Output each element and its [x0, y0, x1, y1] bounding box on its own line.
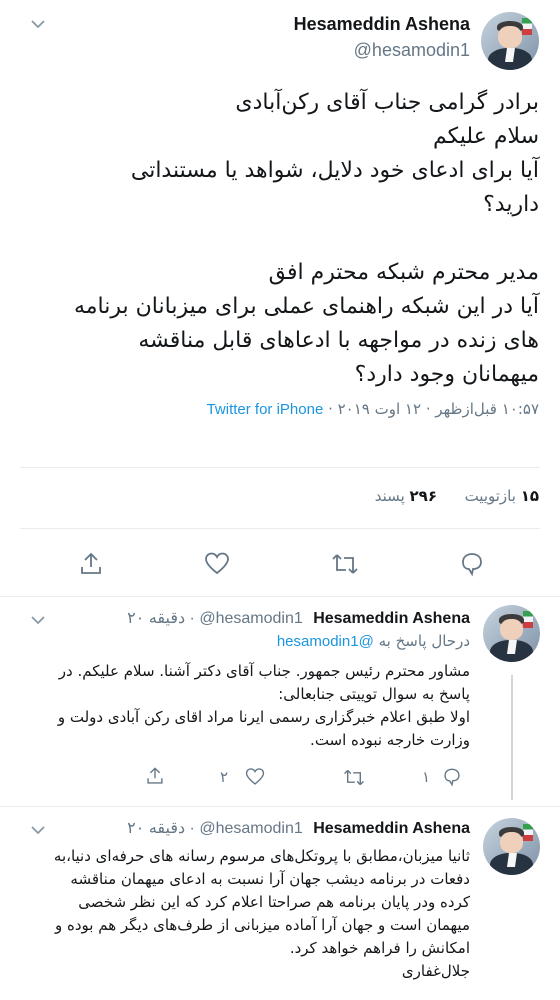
likes-label: پسند	[374, 487, 405, 505]
thread-connector	[511, 675, 513, 800]
reply1-reply-count: ۱	[422, 768, 431, 786]
main-line: آیا برای ادعای خود دلایل، شواهد یا مستند…	[130, 158, 539, 183]
replying-to-label: درحال پاسخ به	[373, 632, 470, 650]
main-author-handle[interactable]: @hesamodin1	[354, 40, 470, 61]
reply1-text: مشاور محترم رئیس جمهور. جناب آقای دکتر آ…	[20, 660, 470, 752]
reply1-replying-to: درحال پاسخ به @hesamodin1	[277, 632, 470, 650]
reply2-line: دفعات در برنامه دیشب جهان آرا نسبت به اد…	[70, 870, 470, 888]
tweet-source-link[interactable]: Twitter for iPhone	[207, 401, 324, 418]
retweets-count: ۱۵	[520, 487, 539, 505]
main-avatar[interactable]	[481, 12, 539, 70]
main-line: مدیر محترم شبکه محترم افق	[268, 260, 539, 285]
reply2-avatar[interactable]	[483, 818, 540, 875]
tweet-menu-chevron-icon[interactable]	[30, 16, 46, 32]
reply2-line: امکانش را فراهم خواهد کرد.	[289, 939, 470, 957]
reply2-header: ۲۰ دقیقه · @hesamodin1 Hesameddin Ashena	[127, 820, 470, 837]
tweet-meta: ۱۰:۵۷ قبل‌ازظهر · ۱۲ اوت ۲۰۱۹ · Twitter …	[207, 400, 539, 418]
reply1-menu-chevron-icon[interactable]	[30, 612, 46, 628]
main-line: دارید؟	[483, 192, 539, 217]
reply1-share-icon[interactable]	[145, 766, 165, 790]
retweet-stat[interactable]: ۱۵ بازتوییت	[460, 487, 539, 505]
reply2-line: میهمان است و جهان آرا آماده میزبانی از ط…	[55, 916, 470, 934]
engagement-stats: ۱۵ بازتوییت ۲۹۶ پسند	[375, 487, 539, 505]
main-tweet-text: برادر گرامی جناب آقای رکن‌آبادی سلام علی…	[19, 86, 539, 392]
reply2-line: جلال‌غفاری	[401, 962, 470, 980]
reply1-line: پاسخ به سوال توییتی جنابعالی:	[278, 685, 470, 703]
reply-icon[interactable]	[459, 551, 485, 581]
reply1-like-icon[interactable]	[245, 767, 265, 791]
main-line: برادر گرامی جناب آقای رکن‌آبادی	[235, 90, 539, 115]
main-line: سلام علیکم	[432, 124, 539, 149]
main-line: آیا در این شبکه راهنمای عملی برای میزبان…	[73, 294, 539, 319]
tweet-timestamp: ۱۰:۵۷ قبل‌ازظهر · ۱۲ اوت ۲۰۱۹ ·	[323, 400, 539, 418]
reply1-header: ۲۰ دقیقه · @hesamodin1 Hesameddin Ashena	[127, 610, 470, 627]
likes-stat[interactable]: ۲۹۶ پسند	[375, 487, 437, 505]
reply2-menu-chevron-icon[interactable]	[30, 822, 46, 838]
main-author-name[interactable]: Hesameddin Ashena	[294, 14, 470, 35]
likes-count: ۲۹۶	[409, 487, 437, 505]
reply1-avatar[interactable]	[483, 605, 540, 662]
reply1-line: مشاور محترم رئیس جمهور. جناب آقای دکتر آ…	[58, 662, 470, 680]
retweets-label: بازتوییت	[464, 487, 516, 505]
reply1-author-name[interactable]: Hesameddin Ashena	[313, 610, 470, 627]
reply2-text: ثانیا میزبان،مطابق با پروتکل‌های مرسوم ر…	[20, 845, 470, 983]
reply1-reply-icon[interactable]	[442, 767, 462, 791]
reply1-time[interactable]: ۲۰ دقیقه	[127, 610, 185, 627]
reply1-handle[interactable]: @hesamodin1	[199, 610, 302, 627]
reply2-time[interactable]: ۲۰ دقیقه	[127, 820, 185, 837]
reply1-retweet-icon[interactable]	[343, 768, 365, 791]
reply1-line: وزارت خارجه نبوده است.	[310, 731, 470, 749]
share-icon[interactable]	[78, 551, 104, 581]
reply2-line: کرده ودر پایان برنامه هم صراحتا اعلام کر…	[78, 893, 470, 911]
reply1-retweet-count: ۲	[220, 768, 229, 786]
reply2-handle[interactable]: @hesamodin1	[199, 820, 302, 837]
reply1-line: اولا طبق اعلام خبرگزاری رسمی ایرنا مراد …	[57, 708, 470, 726]
replying-to-handle[interactable]: @hesamodin1	[277, 633, 374, 650]
main-line: های زنده در مواجهه با ادعاهای قابل مناقش…	[138, 328, 539, 353]
reply2-author-name[interactable]: Hesameddin Ashena	[313, 820, 470, 837]
reply2-line: ثانیا میزبان،مطابق با پروتکل‌های مرسوم ر…	[53, 847, 470, 865]
retweet-icon[interactable]	[331, 552, 359, 580]
like-heart-icon[interactable]	[204, 551, 230, 581]
main-line: میهمانان وجود دارد؟	[354, 362, 539, 387]
